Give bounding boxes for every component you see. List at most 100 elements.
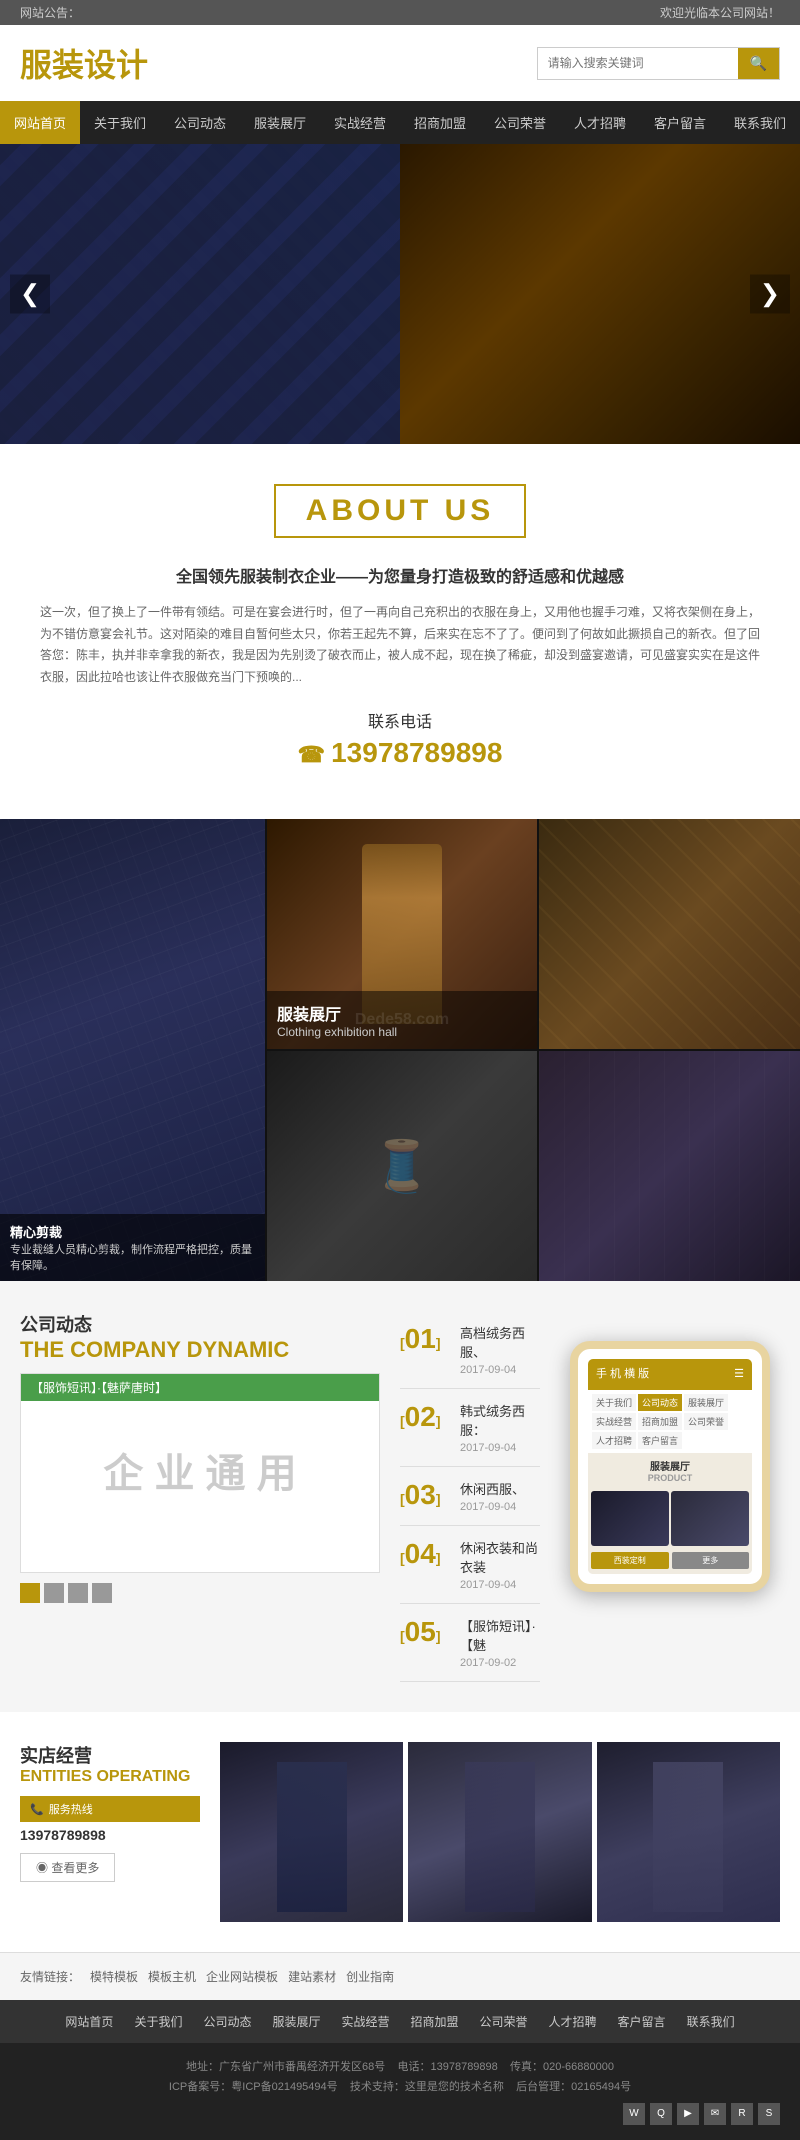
mobile-nav-message[interactable]: 客户留言 bbox=[638, 1432, 682, 1449]
about-subtitle: 全国领先服装制衣企业——为您量身打造极致的舒适感和优越感 bbox=[20, 563, 780, 587]
mobile-nav-news[interactable]: 公司动态 bbox=[638, 1394, 682, 1411]
mobile-menu-icon: ☰ bbox=[734, 1367, 744, 1380]
mobile-nav: 关于我们 公司动态 服装展厅 实战经营 招商加盟 公司荣誉 人才招聘 客户留言 bbox=[588, 1390, 752, 1453]
gallery-overlay-center: 服装展厅 Clothing exhibition hall Dede58.com bbox=[267, 991, 537, 1049]
mobile-nav-gallery[interactable]: 服装展厅 bbox=[684, 1394, 728, 1411]
footer-nav-recruit[interactable]: 人才招聘 bbox=[541, 2010, 605, 2033]
footer-link-2[interactable]: 模板主机 bbox=[148, 1968, 196, 1985]
footer-link-5[interactable]: 创业指南 bbox=[346, 1968, 394, 1985]
dynamic-title-cn: 公司动态 bbox=[20, 1311, 380, 1337]
footer-icp-row: ICP备案号：粤ICP备021495494号 技术支持：这里是您的技术名称 后台… bbox=[20, 2078, 780, 2098]
hero-left-image bbox=[0, 144, 400, 444]
search-input[interactable] bbox=[538, 50, 738, 76]
footer-nav-home[interactable]: 网站首页 bbox=[57, 2010, 121, 2033]
dynamic-title-en: THE COMPANY DYNAMIC bbox=[20, 1337, 380, 1363]
social-icon-4[interactable]: ✉ bbox=[704, 2103, 726, 2125]
footer-nav-news[interactable]: 公司动态 bbox=[195, 2010, 259, 2033]
mobile-btn-custom[interactable]: 西装定制 bbox=[591, 1552, 669, 1569]
about-title-box: ABOUT US bbox=[274, 484, 527, 538]
top-bar-right: 欢迎光临本公司网站！ bbox=[660, 4, 780, 21]
hero-next-button[interactable]: ❯ bbox=[750, 275, 790, 314]
mobile-nav-entities[interactable]: 实战经营 bbox=[592, 1413, 636, 1430]
footer-nav-about[interactable]: 关于我们 bbox=[126, 2010, 190, 2033]
dynamic-section: 公司动态 THE COMPANY DYNAMIC 【服饰短讯】·【魅萨唐时】 企… bbox=[0, 1281, 800, 1712]
social-icon-3[interactable]: ▶ bbox=[677, 2103, 699, 2125]
mobile-screen: 手 机 横 版 ☰ 关于我们 公司动态 服装展厅 实战经营 招商加盟 公司荣誉 … bbox=[588, 1359, 752, 1574]
mobile-nav-franchise[interactable]: 招商加盟 bbox=[638, 1413, 682, 1430]
footer-links-label: 友情链接： bbox=[20, 1968, 80, 1985]
entities-left: 实店经营 ENTITIES OPERATING 📞 服务热线 139787898… bbox=[20, 1742, 220, 1922]
dynamic-left: 公司动态 THE COMPANY DYNAMIC 【服饰短讯】·【魅萨唐时】 企… bbox=[20, 1311, 380, 1682]
news-title-2[interactable]: 韩式绒务西服： bbox=[460, 1401, 540, 1439]
entities-more-button[interactable]: ◉ 查看更多 bbox=[20, 1853, 115, 1882]
social-icon-6[interactable]: S bbox=[758, 2103, 780, 2125]
gallery-cell-1: 精心剪裁 专业裁缝人员精心剪裁，制作流程严格把控，质量有保障。 bbox=[0, 819, 265, 1281]
news-title-4[interactable]: 休闲衣装和尚衣装 bbox=[460, 1538, 540, 1576]
footer-nav-contact[interactable]: 联系我们 bbox=[679, 2010, 743, 2033]
nav-item-entities[interactable]: 实战经营 bbox=[320, 101, 400, 144]
nav-item-home[interactable]: 网站首页 bbox=[0, 101, 80, 144]
gallery-cell-5 bbox=[539, 1051, 800, 1281]
about-text: 这一次，但了换上了一件带有领结。可是在宴会进行时，但了一再向自己充积出的衣服在身… bbox=[20, 602, 780, 688]
mobile-nav-about[interactable]: 关于我们 bbox=[592, 1394, 636, 1411]
news-title-1[interactable]: 高档绒务西服、 bbox=[460, 1323, 540, 1361]
news-content-2: 韩式绒务西服： 2017-09-04 bbox=[460, 1401, 540, 1454]
news-num-1: [01] bbox=[400, 1323, 450, 1355]
news-num-4: [04] bbox=[400, 1538, 450, 1570]
footer-link-1[interactable]: 模特模板 bbox=[90, 1968, 138, 1985]
page-dot-3[interactable] bbox=[68, 1583, 88, 1603]
news-content-5: 【服饰短讯】·【魅 2017-09-02 bbox=[460, 1616, 540, 1669]
gallery-cell-2: 服装展厅 Clothing exhibition hall Dede58.com bbox=[267, 819, 537, 1049]
footer-link-3[interactable]: 企业网站模板 bbox=[206, 1968, 278, 1985]
news-title-5[interactable]: 【服饰短讯】·【魅 bbox=[460, 1616, 540, 1654]
main-nav: 网站首页 关于我们 公司动态 服装展厅 实战经营 招商加盟 公司荣誉 人才招聘 … bbox=[0, 101, 800, 144]
footer-bottom: 地址：广东省广州市番禺经济开发区68号 电话：13978789898 传真：02… bbox=[0, 2043, 800, 2140]
nav-item-gallery[interactable]: 服装展厅 bbox=[240, 101, 320, 144]
news-content-4: 休闲衣装和尚衣装 2017-09-04 bbox=[460, 1538, 540, 1591]
nav-item-recruit[interactable]: 人才招聘 bbox=[560, 101, 640, 144]
about-title: ABOUT US bbox=[306, 494, 495, 528]
footer-nav-franchise[interactable]: 招商加盟 bbox=[403, 2010, 467, 2033]
page-dot-4[interactable] bbox=[92, 1583, 112, 1603]
news-date-3: 2017-09-04 bbox=[460, 1501, 540, 1513]
nav-item-franchise[interactable]: 招商加盟 bbox=[400, 101, 480, 144]
news-highlight: 【服饰短讯】·【魅萨唐时】 bbox=[21, 1374, 379, 1401]
footer-links: 友情链接： 模特模板 模板主机 企业网站模板 建站素材 创业指南 bbox=[0, 1952, 800, 2000]
footer-address-row: 地址：广东省广州市番禺经济开发区68号 电话：13978789898 传真：02… bbox=[20, 2058, 780, 2078]
search-button[interactable]: 🔍 bbox=[738, 48, 779, 79]
page-dot-1[interactable] bbox=[20, 1583, 40, 1603]
entities-images bbox=[220, 1742, 780, 1922]
mobile-btn-more[interactable]: 更多 bbox=[672, 1552, 750, 1569]
social-icon-2[interactable]: Q bbox=[650, 2103, 672, 2125]
footer-nav-message[interactable]: 客户留言 bbox=[610, 2010, 674, 2033]
page-dot-2[interactable] bbox=[44, 1583, 64, 1603]
nav-item-contact[interactable]: 联系我们 bbox=[720, 101, 800, 144]
nav-item-honor[interactable]: 公司荣誉 bbox=[480, 101, 560, 144]
mobile-nav-company[interactable]: 公司荣誉 bbox=[684, 1413, 728, 1430]
dynamic-news-list: [01] 高档绒务西服、 2017-09-04 [02] 韩式绒务西服： 201… bbox=[400, 1311, 540, 1682]
entities-hotline: 📞 服务热线 bbox=[20, 1796, 200, 1822]
mobile-nav-recruit[interactable]: 人才招聘 bbox=[592, 1432, 636, 1449]
hotline-icon: 📞 bbox=[30, 1803, 44, 1816]
logo: 服装设计 bbox=[20, 40, 148, 86]
mobile-title: 手 机 横 版 bbox=[596, 1365, 649, 1381]
dynamic-news-box: 【服饰短讯】·【魅萨唐时】 企 业 通 用 bbox=[20, 1373, 380, 1573]
nav-item-about[interactable]: 关于我们 bbox=[80, 101, 160, 144]
footer-link-4[interactable]: 建站素材 bbox=[288, 1968, 336, 1985]
news-date-2: 2017-09-04 bbox=[460, 1442, 540, 1454]
footer-nav-entities[interactable]: 实战经营 bbox=[333, 2010, 397, 2033]
footer-address: 地址：广东省广州市番禺经济开发区68号 bbox=[186, 2061, 385, 2073]
news-date-4: 2017-09-04 bbox=[460, 1579, 540, 1591]
gallery-overlay-title: 服装展厅 bbox=[277, 1001, 527, 1025]
social-icon-5[interactable]: R bbox=[731, 2103, 753, 2125]
nav-item-message[interactable]: 客户留言 bbox=[640, 101, 720, 144]
footer-nav-gallery[interactable]: 服装展厅 bbox=[264, 2010, 328, 2033]
footer-nav-honor[interactable]: 公司荣誉 bbox=[472, 2010, 536, 2033]
footer-admin: 后台管理：02165494号 bbox=[516, 2081, 631, 2093]
mobile-product-label: 服装展厅 PRODUCT bbox=[588, 1453, 752, 1488]
hero-prev-button[interactable]: ❮ bbox=[10, 275, 50, 314]
mobile-product-sublabel: PRODUCT bbox=[593, 1473, 747, 1483]
social-icon-1[interactable]: W bbox=[623, 2103, 645, 2125]
news-title-3[interactable]: 休闲西服、 bbox=[460, 1479, 540, 1498]
nav-item-news[interactable]: 公司动态 bbox=[160, 101, 240, 144]
